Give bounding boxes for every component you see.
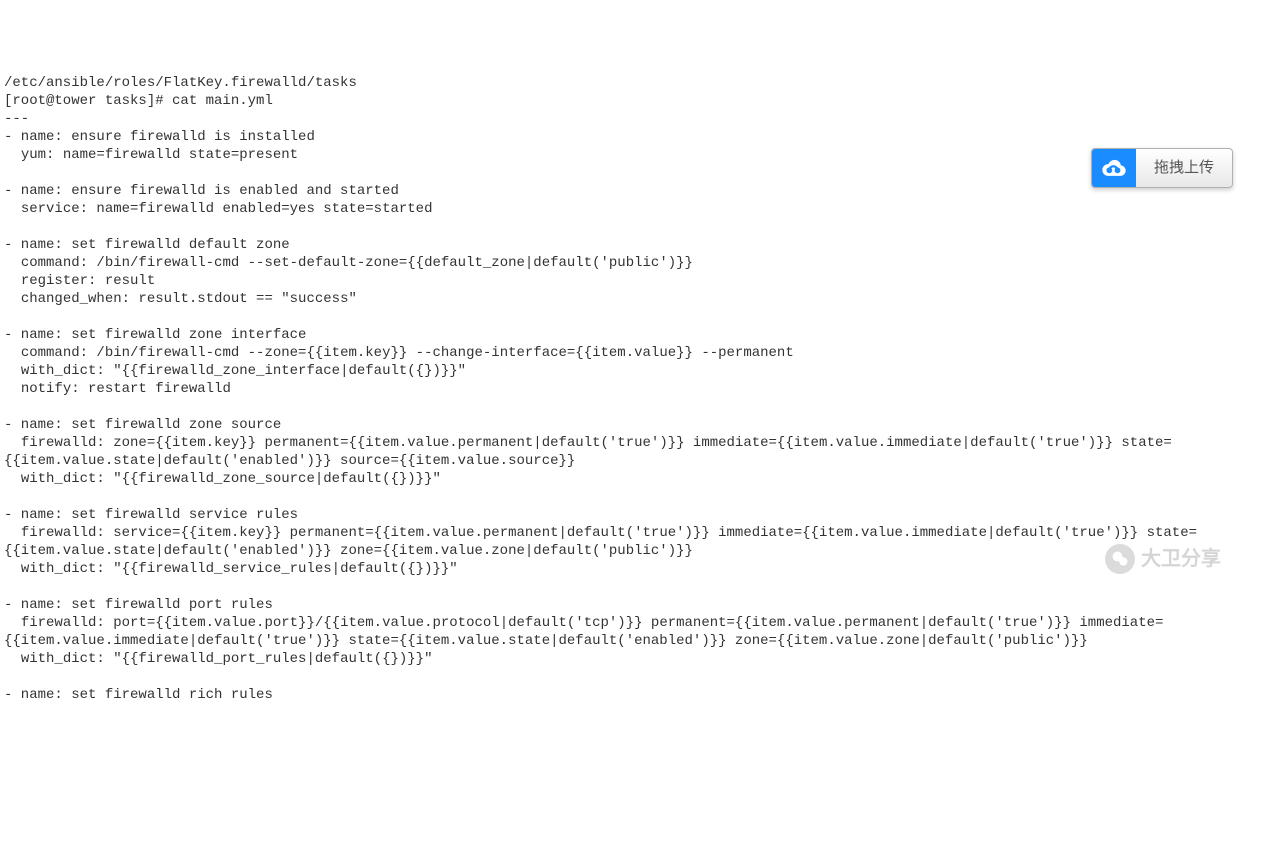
upload-label: 拖拽上传 [1136,159,1232,177]
prompt-line: [root@tower tasks]# cat main.yml [4,93,273,109]
path-line: /etc/ansible/roles/FlatKey.firewalld/tas… [4,75,357,91]
drag-upload-button[interactable]: 拖拽上传 [1091,148,1233,188]
cloud-upload-icon [1092,148,1136,188]
yaml-content: --- - name: ensure firewalld is installe… [4,111,1197,703]
terminal-output: /etc/ansible/roles/FlatKey.firewalld/tas… [0,74,1261,704]
watermark: 大卫分享 [1105,544,1221,574]
wechat-icon [1105,544,1135,574]
watermark-text: 大卫分享 [1141,550,1221,568]
